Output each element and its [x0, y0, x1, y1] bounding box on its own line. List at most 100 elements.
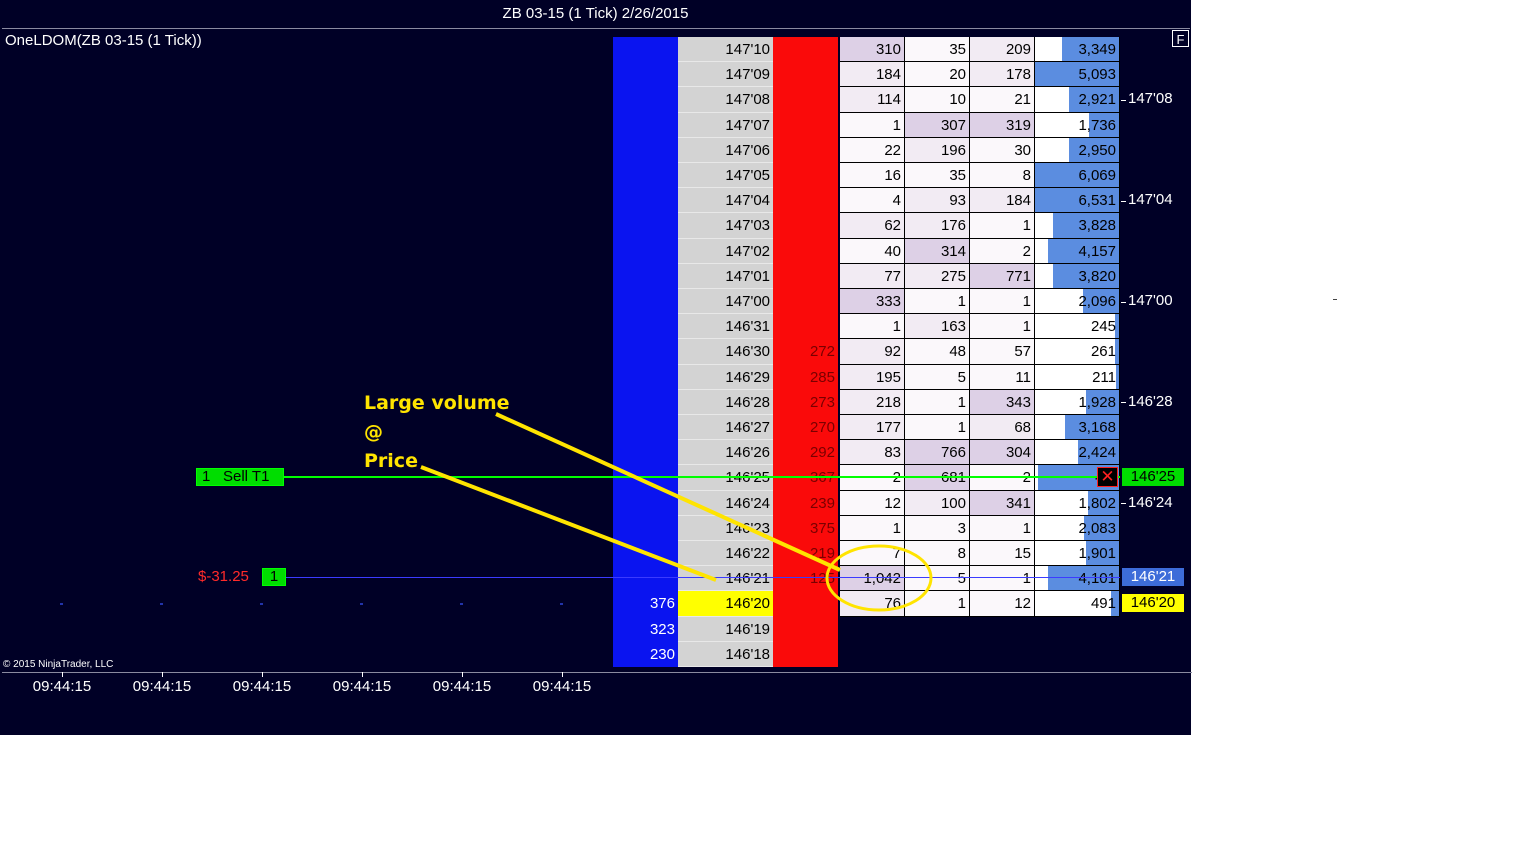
volume-cell[interactable]: 15 [970, 541, 1035, 567]
ask-cell[interactable] [613, 490, 678, 516]
volume-cell[interactable]: 5 [905, 364, 970, 390]
volume-cell[interactable]: 184 [970, 188, 1035, 214]
bid-cell[interactable]: 273 [773, 389, 838, 415]
volume-cell[interactable]: 35 [905, 163, 970, 189]
price-cell[interactable]: 146'27 [678, 415, 773, 441]
volume-cell[interactable]: 76 [840, 591, 905, 617]
volume-cell[interactable]: 8 [970, 163, 1035, 189]
bid-cell[interactable] [773, 641, 838, 667]
bid-cell[interactable] [773, 87, 838, 113]
total-volume-cell[interactable]: 3,168 [1035, 415, 1120, 441]
total-volume-cell[interactable]: 2,083 [1035, 515, 1120, 541]
volume-cell[interactable]: 275 [905, 263, 970, 289]
price-cell[interactable]: 146'20 [678, 591, 773, 617]
total-volume-cell[interactable]: 1,736 [1035, 112, 1120, 138]
volume-cell[interactable]: 1 [970, 314, 1035, 340]
total-volume-cell[interactable]: 4,101 [1035, 566, 1120, 592]
bid-cell[interactable]: 125 [773, 566, 838, 592]
last-price-tag[interactable]: 146'20 [1122, 594, 1184, 612]
ask-cell[interactable] [613, 37, 678, 63]
total-volume-cell[interactable]: 2,424 [1035, 440, 1120, 466]
volume-cell[interactable]: 10 [905, 87, 970, 113]
ask-cell[interactable]: 376 [613, 591, 678, 617]
total-volume-cell[interactable]: 2,950 [1035, 137, 1120, 163]
volume-cell[interactable]: 184 [840, 62, 905, 88]
cancel-order-icon[interactable]: ✕ [1097, 467, 1118, 487]
volume-cell[interactable]: 4 [840, 188, 905, 214]
total-volume-cell[interactable]: 491 [1035, 591, 1120, 617]
ask-cell[interactable] [613, 515, 678, 541]
volume-cell[interactable]: 218 [840, 389, 905, 415]
volume-cell[interactable]: 12 [970, 591, 1035, 617]
total-volume-cell[interactable]: 2,921 [1035, 87, 1120, 113]
ask-cell[interactable] [613, 163, 678, 189]
price-cell[interactable]: 146'28 [678, 389, 773, 415]
bid-cell[interactable]: 270 [773, 415, 838, 441]
bid-cell[interactable] [773, 314, 838, 340]
volume-cell[interactable]: 333 [840, 289, 905, 315]
price-cell[interactable]: 147'08 [678, 87, 773, 113]
volume-cell[interactable]: 1 [970, 289, 1035, 315]
volume-cell[interactable]: 7 [840, 541, 905, 567]
volume-cell[interactable]: 1 [970, 515, 1035, 541]
ask-cell[interactable] [613, 62, 678, 88]
bid-cell[interactable] [773, 137, 838, 163]
total-volume-cell[interactable]: 261 [1035, 339, 1120, 365]
volume-cell[interactable]: 100 [905, 490, 970, 516]
ask-cell[interactable] [613, 112, 678, 138]
total-volume-cell[interactable]: 245 [1035, 314, 1120, 340]
bid-cell[interactable] [773, 213, 838, 239]
volume-cell[interactable]: 1 [905, 289, 970, 315]
volume-cell[interactable]: 163 [905, 314, 970, 340]
volume-cell[interactable]: 3 [905, 515, 970, 541]
total-volume-cell[interactable]: 6,531 [1035, 188, 1120, 214]
total-volume-cell[interactable]: 1,928 [1035, 389, 1120, 415]
total-volume-cell[interactable]: 3,820 [1035, 263, 1120, 289]
volume-cell[interactable]: 68 [970, 415, 1035, 441]
sell-order-tag[interactable]: 1 Sell T1 [196, 468, 284, 486]
volume-cell[interactable]: 314 [905, 238, 970, 264]
volume-cell[interactable]: 319 [970, 112, 1035, 138]
volume-cell[interactable]: 1 [840, 515, 905, 541]
volume-cell[interactable]: 343 [970, 389, 1035, 415]
bid-cell[interactable]: 375 [773, 515, 838, 541]
ask-cell[interactable] [613, 137, 678, 163]
total-volume-cell[interactable]: 5,093 [1035, 62, 1120, 88]
volume-cell[interactable]: 1,042 [840, 566, 905, 592]
volume-cell[interactable]: 177 [840, 415, 905, 441]
price-cell[interactable]: 146'26 [678, 440, 773, 466]
price-cell[interactable]: 147'10 [678, 37, 773, 63]
total-volume-cell[interactable]: 3,349 [1035, 37, 1120, 63]
ask-cell[interactable] [613, 566, 678, 592]
position-qty-tag[interactable]: 1 [262, 568, 286, 586]
volume-cell[interactable]: 62 [840, 213, 905, 239]
volume-cell[interactable]: 307 [905, 112, 970, 138]
volume-cell[interactable]: 1 [840, 314, 905, 340]
ask-cell[interactable] [613, 238, 678, 264]
volume-cell[interactable]: 1 [905, 591, 970, 617]
ask-cell[interactable] [613, 213, 678, 239]
total-volume-cell[interactable]: 1,901 [1035, 541, 1120, 567]
price-cell[interactable]: 147'05 [678, 163, 773, 189]
position-price-tag[interactable]: 146'21 [1122, 568, 1184, 586]
bid-cell[interactable] [773, 263, 838, 289]
ask-cell[interactable] [613, 364, 678, 390]
volume-cell[interactable]: 1 [905, 415, 970, 441]
total-volume-cell[interactable]: 4,157 [1035, 238, 1120, 264]
volume-cell[interactable]: 310 [840, 37, 905, 63]
bid-cell[interactable]: 239 [773, 490, 838, 516]
total-volume-cell[interactable]: 3,828 [1035, 213, 1120, 239]
bid-cell[interactable] [773, 37, 838, 63]
volume-cell[interactable]: 35 [905, 37, 970, 63]
price-cell[interactable]: 146'19 [678, 616, 773, 642]
ask-cell[interactable] [613, 263, 678, 289]
volume-cell[interactable]: 209 [970, 37, 1035, 63]
bid-cell[interactable] [773, 112, 838, 138]
total-volume-cell[interactable]: 211 [1035, 364, 1120, 390]
price-cell[interactable]: 146'18 [678, 641, 773, 667]
sell-order-line[interactable] [284, 476, 1120, 478]
price-cell[interactable]: 146'22 [678, 541, 773, 567]
total-volume-cell[interactable]: 6,069 [1035, 163, 1120, 189]
ask-cell[interactable] [613, 87, 678, 113]
volume-cell[interactable]: 16 [840, 163, 905, 189]
